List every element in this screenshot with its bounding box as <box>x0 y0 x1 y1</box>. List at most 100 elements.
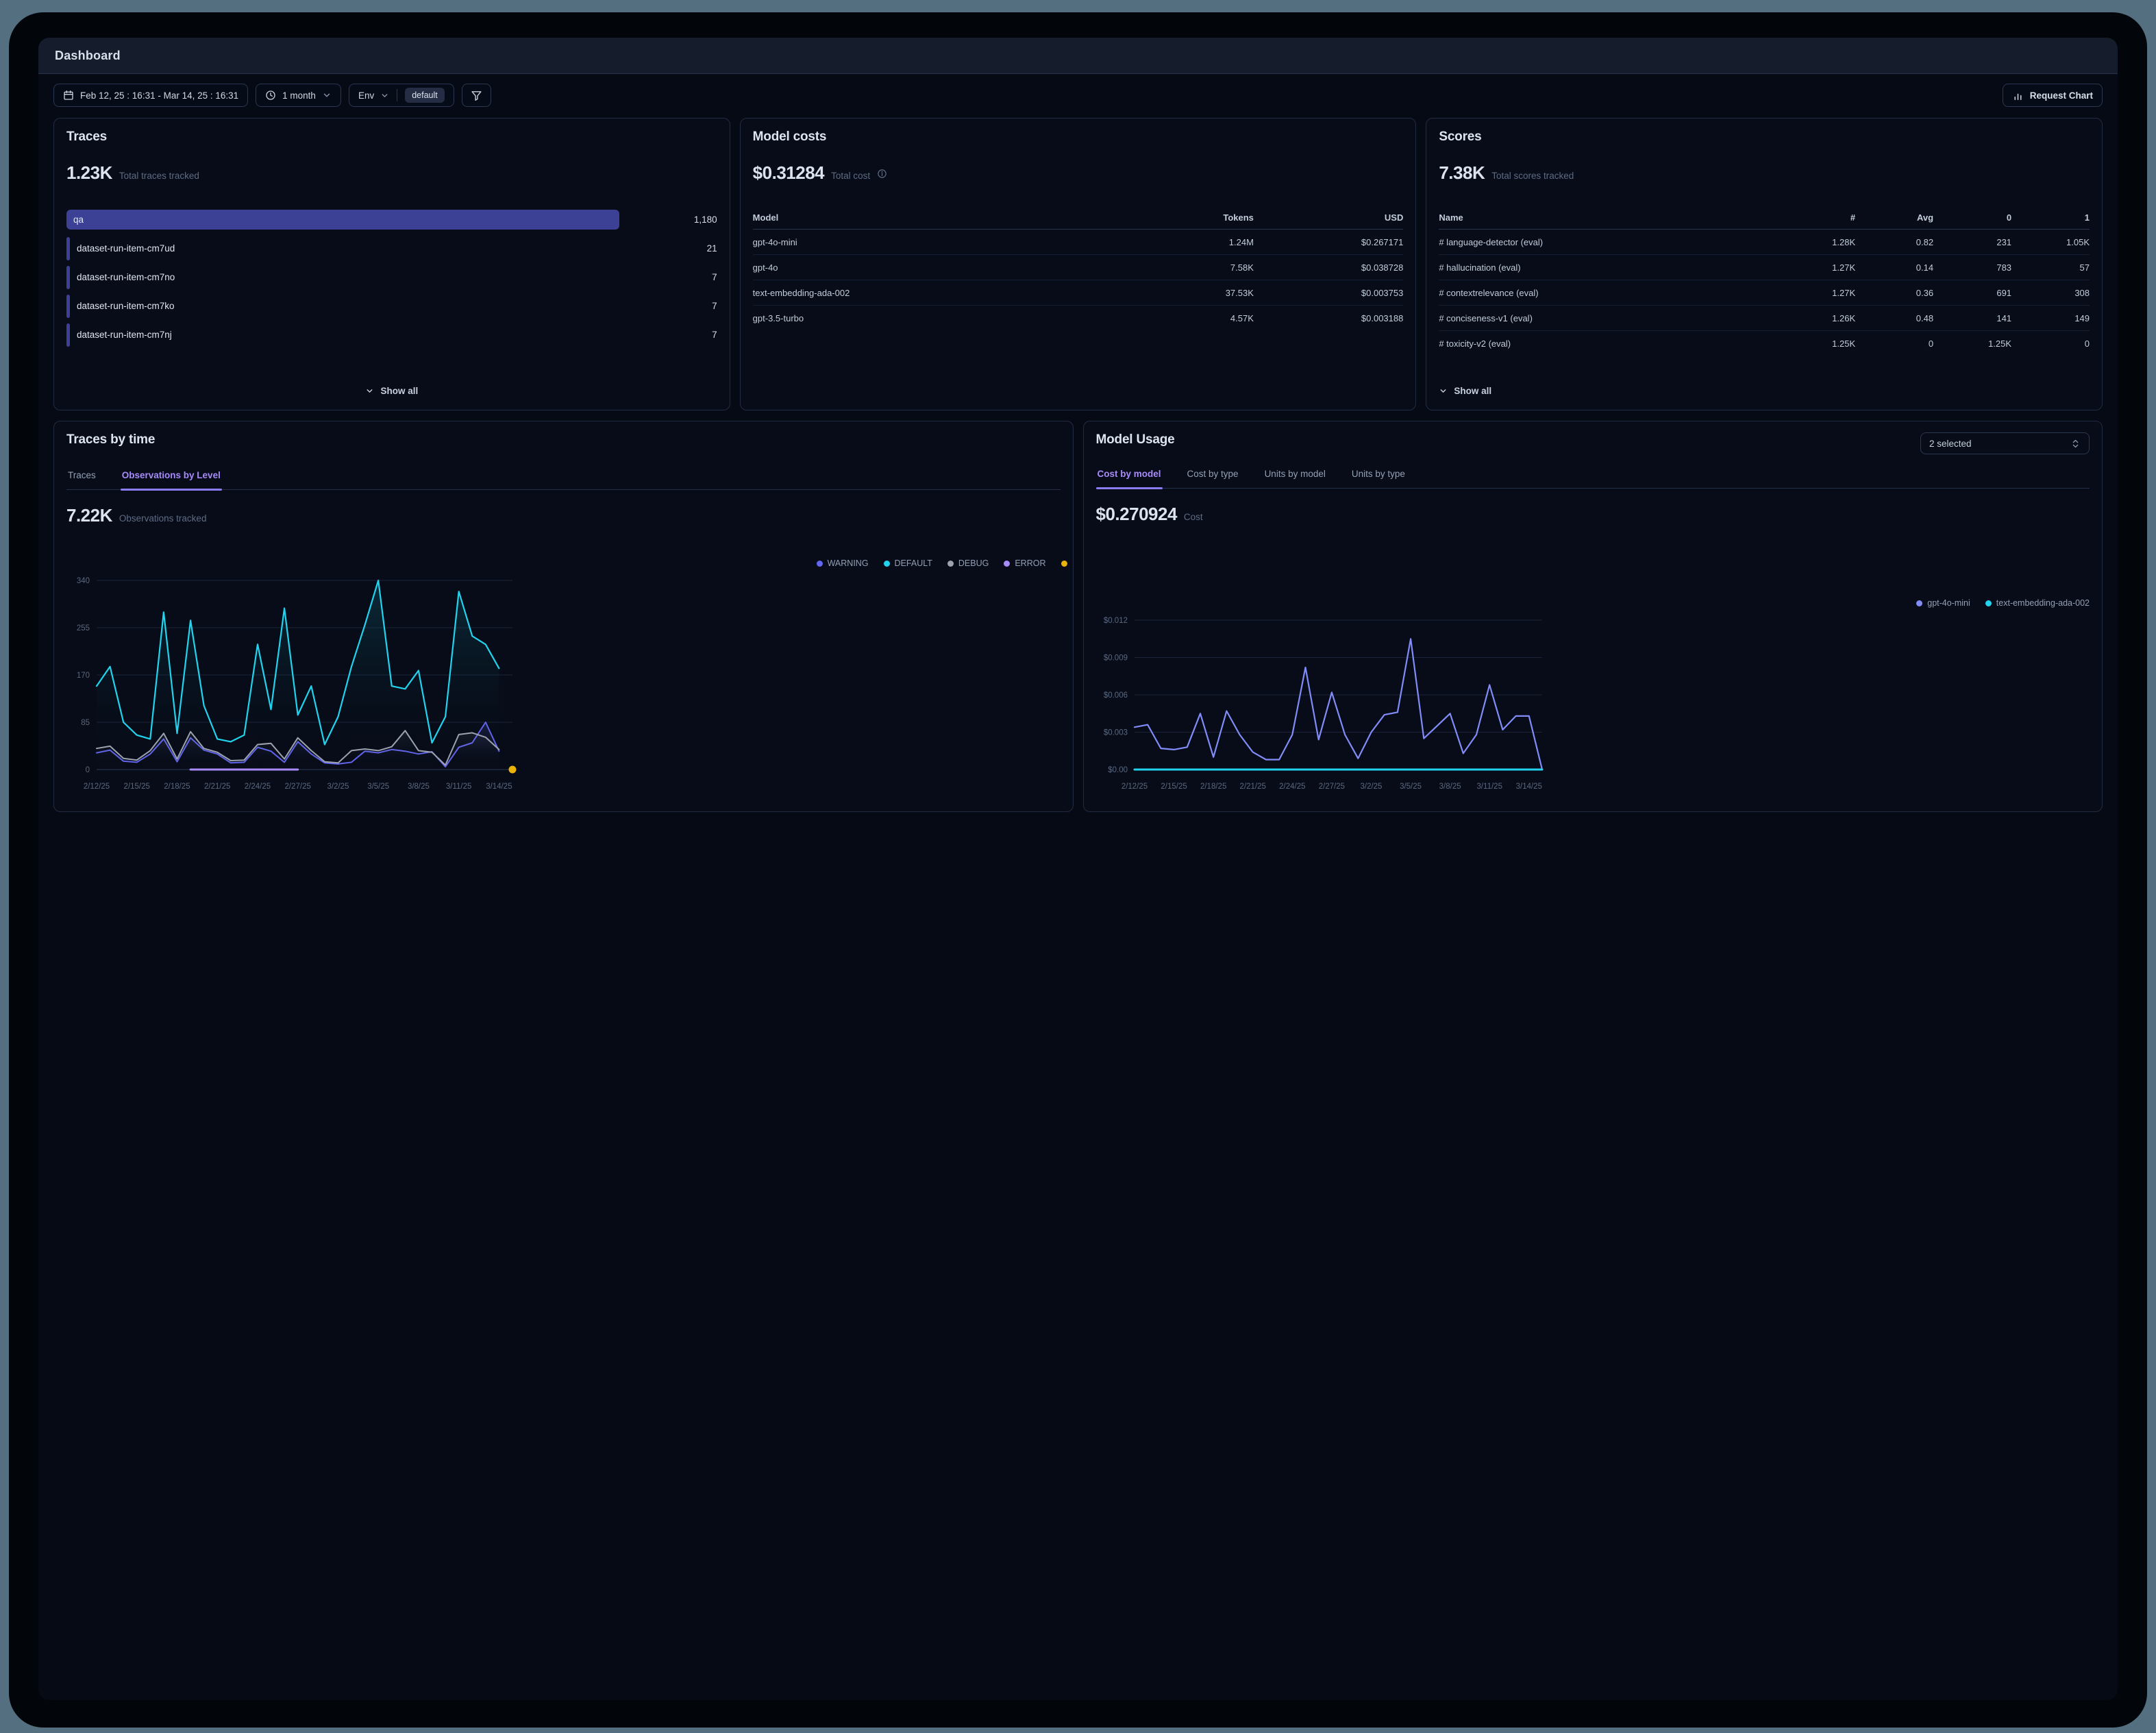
table-cell: # hallucination (eval) <box>1439 255 1764 280</box>
trace-name: dataset-run-item-cm7no <box>77 272 175 282</box>
legend-label: DEBUG <box>958 558 989 568</box>
tab-units-by-model[interactable]: Units by model <box>1263 463 1327 488</box>
table-cell: $0.003188 <box>1254 306 1403 331</box>
legend-item-text-embedding-ada-002: text-embedding-ada-002 <box>1985 598 2090 608</box>
svg-text:340: 340 <box>77 577 90 585</box>
chevron-down-icon <box>322 90 332 100</box>
request-chart-button[interactable]: Request Chart <box>2003 84 2103 107</box>
env-filter[interactable]: Env default <box>349 84 454 107</box>
svg-text:$0.003: $0.003 <box>1103 729 1127 737</box>
table-cell: text-embedding-ada-002 <box>753 280 1111 306</box>
trace-bar <box>66 210 619 230</box>
scores-card: Scores 7.38K Total scores tracked Name#A… <box>1426 118 2103 410</box>
trace-row: dataset-run-item-cm7no7 <box>66 267 717 287</box>
metric-value: 7.22K <box>66 505 112 526</box>
svg-text:3/14/25: 3/14/25 <box>1515 783 1541 791</box>
show-all-button[interactable]: Show all <box>365 386 418 399</box>
table-cell: $0.038728 <box>1254 255 1403 280</box>
env-label: Env <box>358 90 374 101</box>
table-cell: # language-detector (eval) <box>1439 230 1764 255</box>
trace-bar <box>66 237 70 260</box>
metric-caption: Observations tracked <box>119 513 207 524</box>
observations-by-level-chart: 0851702553402/12/252/15/252/18/252/21/25… <box>66 571 529 797</box>
table-cell: 1.27K <box>1764 280 1855 306</box>
cost-total: $0.270924 Cost <box>1096 504 2090 525</box>
table-row: # language-detector (eval)1.28K0.822311.… <box>1439 230 2090 255</box>
svg-text:$0.012: $0.012 <box>1103 617 1127 625</box>
svg-text:170: 170 <box>77 672 90 680</box>
svg-text:2/27/25: 2/27/25 <box>1318 783 1344 791</box>
chart-cards-row: Traces by time Traces Observations by Lev… <box>53 421 2103 812</box>
column-header: Name <box>1439 212 1764 230</box>
table-cell: 0.14 <box>1855 255 1933 280</box>
tab-observations-by-level[interactable]: Observations by Level <box>121 464 222 489</box>
legend-item-warning: WARNING <box>817 558 869 568</box>
chart-legend: WARNINGDEFAULTDEBUGERROR <box>66 558 1067 568</box>
table-cell: 141 <box>1933 306 2011 331</box>
tab-units-by-type[interactable]: Units by type <box>1350 463 1407 488</box>
legend-label: WARNING <box>828 558 869 568</box>
table-cell: $0.267171 <box>1254 230 1403 255</box>
clock-icon <box>265 90 276 101</box>
legend-dot <box>947 561 954 567</box>
date-range-label: Feb 12, 25 : 16:31 - Mar 14, 25 : 16:31 <box>80 90 238 101</box>
trace-count: 1,180 <box>694 214 717 225</box>
table-row: # toxicity-v2 (eval)1.25K01.25K0 <box>1439 331 2090 356</box>
model-usage-card: Model Usage 2 selected Cost by modelCost… <box>1083 421 2103 812</box>
show-all-label: Show all <box>380 386 418 396</box>
svg-text:2/21/25: 2/21/25 <box>204 783 230 791</box>
page-content: Feb 12, 25 : 16:31 - Mar 14, 25 : 16:31 … <box>38 74 2118 1700</box>
scores-table: Name#Avg01 # language-detector (eval)1.2… <box>1439 212 2090 356</box>
svg-text:2/18/25: 2/18/25 <box>1200 783 1226 791</box>
traces-list: qa1,180dataset-run-item-cm7ud21dataset-r… <box>66 210 717 354</box>
metric-caption: Total cost <box>831 171 870 181</box>
card-title: Traces by time <box>66 432 1061 447</box>
chart-block: WARNINGDEFAULTDEBUGERROR 0851702553402/1… <box>66 558 1061 800</box>
table-header-row: ModelTokensUSD <box>753 212 1404 230</box>
trace-count: 7 <box>712 330 717 340</box>
calendar-icon <box>63 90 74 101</box>
trace-name: dataset-run-item-cm7ud <box>77 243 175 254</box>
model-usage-tabs: Cost by model Cost by type Units by model U… <box>1096 463 2090 489</box>
scores-total: 7.38K Total scores tracked <box>1439 162 2090 184</box>
svg-text:2/12/25: 2/12/25 <box>84 783 110 791</box>
svg-text:0: 0 <box>86 766 90 774</box>
trace-count: 7 <box>712 301 717 311</box>
table-row: # hallucination (eval)1.27K0.1478357 <box>1439 255 2090 280</box>
models-select[interactable]: 2 selected <box>1920 432 2090 454</box>
svg-text:2/24/25: 2/24/25 <box>245 783 271 791</box>
request-chart-label: Request Chart <box>2030 90 2093 101</box>
trace-row: qa1,180 <box>66 210 717 230</box>
table-cell: 1.05K <box>2011 230 2090 255</box>
svg-text:3/11/25: 3/11/25 <box>446 783 472 791</box>
legend-item-error: ERROR <box>1004 558 1045 568</box>
show-all-button[interactable]: Show all <box>1439 386 2090 399</box>
trace-bar <box>66 323 70 347</box>
column-header: Tokens <box>1111 212 1254 230</box>
bar-chart-icon <box>2012 90 2024 101</box>
legend-dot <box>1985 600 1992 606</box>
legend-dot <box>817 561 823 567</box>
chevron-down-icon <box>1439 386 1448 395</box>
traces-card: Traces 1.23K Total traces tracked qa1,18… <box>53 118 730 410</box>
trace-row: dataset-run-item-cm7nj 7 <box>66 325 717 345</box>
svg-text:3/5/25: 3/5/25 <box>1400 783 1422 791</box>
model-costs-table: ModelTokensUSD gpt-4o-mini1.24M$0.267171… <box>753 212 1404 330</box>
trace-name: dataset-run-item-cm7nj <box>77 330 172 340</box>
table-row: gpt-4o-mini1.24M$0.267171 <box>753 230 1404 255</box>
env-value-chip: default <box>405 88 445 103</box>
filter-button[interactable] <box>462 84 491 107</box>
svg-text:2/24/25: 2/24/25 <box>1279 783 1305 791</box>
tab-cost-by-model[interactable]: Cost by model <box>1096 463 1163 488</box>
date-range-picker[interactable]: Feb 12, 25 : 16:31 - Mar 14, 25 : 16:31 <box>53 84 248 107</box>
model-costs-card: Model costs $0.31284 Total cost ModelTok… <box>740 118 1417 410</box>
column-header: 1 <box>2011 212 2090 230</box>
trace-row: dataset-run-item-cm7ko7 <box>66 296 717 316</box>
tab-traces[interactable]: Traces <box>66 464 97 489</box>
table-cell: $0.003753 <box>1254 280 1403 306</box>
table-cell: 1.24M <box>1111 230 1254 255</box>
tab-cost-by-type[interactable]: Cost by type <box>1186 463 1240 488</box>
column-header: # <box>1764 212 1855 230</box>
time-preset-select[interactable]: 1 month <box>256 84 341 107</box>
table-cell: # contextrelevance (eval) <box>1439 280 1764 306</box>
